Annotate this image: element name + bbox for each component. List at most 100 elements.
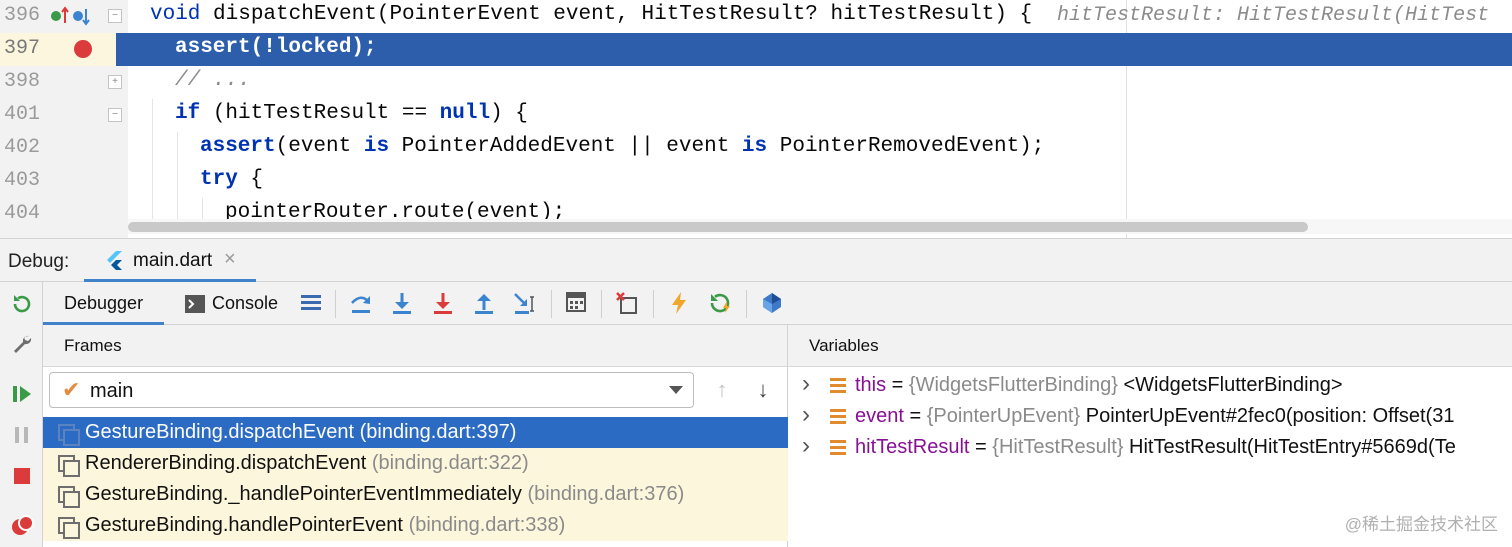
rerun-icon[interactable] — [10, 292, 34, 316]
variable-value: HitTestResult(HitTestEntry#5669d(Te — [1123, 436, 1456, 458]
code-token: is — [741, 135, 768, 158]
frame-label: RendererBinding.dispatchEvent (binding.d… — [85, 452, 529, 475]
frame-icon — [58, 424, 80, 446]
code-line[interactable]: 396 void dispatchEvent(PointerEvent event… — [0, 0, 1512, 33]
step-over-icon[interactable] — [349, 291, 373, 315]
variable-equals: = — [969, 436, 993, 458]
next-frame-arrow-icon[interactable]: ↓ — [751, 377, 775, 403]
variables-header: Variables — [788, 325, 1512, 367]
chevron-down-icon — [669, 386, 683, 394]
chevron-right-icon[interactable]: › — [802, 370, 810, 398]
variable-text: hitTestResult = {HitTestResult} HitTestR… — [855, 436, 1456, 459]
watermark: @稀土掘金技术社区 — [1344, 515, 1498, 534]
variable-text: this = {WidgetsFlutterBinding} <WidgetsF… — [855, 374, 1343, 397]
field-icon — [830, 409, 846, 424]
tab-console-label: Console — [212, 293, 279, 313]
frame-icon — [58, 455, 80, 477]
inline-debug-value: hitTestResult: HitTestResult(HitTest — [1057, 4, 1490, 27]
code-line[interactable]: 403 try { — [0, 165, 1512, 198]
view-breakpoints-icon[interactable] — [10, 514, 34, 538]
code-token: assert — [200, 135, 276, 158]
tab-console[interactable]: Console — [183, 282, 293, 325]
drop-frame-icon[interactable] — [615, 291, 639, 315]
code-token: { — [237, 168, 264, 191]
chevron-right-icon[interactable]: › — [802, 401, 810, 429]
pause-icon[interactable] — [10, 423, 34, 447]
line-number: 404 — [4, 202, 41, 225]
tab-debugger[interactable]: Debugger — [43, 282, 164, 325]
code-line[interactable]: 398 // ... — [0, 66, 1512, 99]
frame-icon — [58, 517, 80, 539]
variable-equals: = — [886, 374, 909, 396]
code-text: assert(event is PointerAddedEvent || eve… — [200, 135, 1044, 158]
code-token: dispatchEvent(PointerEvent event, HitTes… — [213, 3, 1033, 26]
horizontal-scrollbar-thumb[interactable] — [128, 222, 1308, 232]
variable-type: {WidgetsFlutterBinding} — [908, 374, 1118, 396]
fold-marker-icon[interactable]: + — [108, 75, 122, 89]
frame-label: GestureBinding._handlePointerEventImmedi… — [85, 483, 684, 506]
variable-row[interactable]: › hitTestResult = {HitTestResult} HitTest… — [788, 432, 1512, 463]
line-number: 401 — [4, 103, 41, 126]
variable-name: hitTestResult — [855, 436, 970, 458]
variable-row[interactable]: › this = {WidgetsFlutterBinding} <Widgets… — [788, 370, 1512, 401]
code-token: PointerRemovedEvent); — [767, 135, 1045, 158]
console-icon — [185, 295, 205, 313]
breakpoint-icon[interactable] — [74, 40, 92, 58]
frame-location: (binding.dart:376) — [527, 483, 685, 505]
override-gutter-icon[interactable] — [50, 6, 92, 31]
chevron-right-icon[interactable]: › — [802, 432, 810, 460]
code-editor[interactable]: 396 void dispatchEvent(PointerEvent event… — [0, 0, 1512, 238]
frame-method: GestureBinding.dispatchEvent — [85, 421, 355, 443]
previous-frame-arrow-icon[interactable]: ↑ — [710, 377, 734, 403]
force-step-into-icon[interactable] — [431, 291, 455, 315]
close-icon[interactable]: × — [224, 248, 236, 271]
variable-type: {PointerUpEvent} — [926, 405, 1081, 427]
code-token: ) { — [490, 102, 528, 125]
code-text: if (hitTestResult == null) { — [175, 102, 528, 125]
tab-debugger-label: Debugger — [64, 293, 144, 313]
horizontal-scrollbar[interactable] — [128, 219, 1512, 234]
stack-frame-row[interactable]: GestureBinding.handlePointerEvent (bindi… — [43, 510, 788, 541]
code-line[interactable]: 401 if (hitTestResult == null) { — [0, 99, 1512, 132]
step-into-icon[interactable] — [390, 291, 414, 315]
debug-tool-window-header: Debug: main.dart × — [0, 238, 1512, 282]
code-text: // ... — [175, 69, 251, 92]
code-line[interactable]: 402 assert(event is PointerAddedEvent || … — [0, 132, 1512, 165]
tab-main-dart[interactable]: main.dart × — [84, 239, 256, 282]
checkmark-icon: ✔ — [62, 377, 81, 402]
resume-icon[interactable] — [10, 382, 34, 406]
code-token: (event — [275, 135, 364, 158]
frame-method: GestureBinding._handlePointerEventImmedi… — [85, 483, 522, 505]
variable-text: event = {PointerUpEvent} PointerUpEvent#… — [855, 405, 1454, 428]
line-number: 398 — [4, 70, 41, 93]
hot-reload-icon[interactable] — [667, 291, 691, 315]
line-number: 403 — [4, 169, 41, 192]
devtools-icon[interactable] — [760, 291, 784, 315]
line-number: 396 — [4, 4, 41, 27]
hot-restart-icon[interactable] — [708, 291, 732, 315]
variable-value: PointerUpEvent#2fec0(position: Offset(31 — [1080, 405, 1455, 427]
code-token: if — [175, 102, 201, 125]
run-to-cursor-icon[interactable] — [513, 291, 537, 315]
tab-label: main.dart — [133, 250, 213, 271]
frames-title: Frames — [64, 336, 122, 355]
wrench-icon[interactable] — [10, 332, 34, 356]
code-token: is — [363, 135, 390, 158]
code-token: void — [150, 3, 214, 26]
debug-side-toolbar — [0, 282, 43, 547]
code-line[interactable]: 397 assert(!locked); — [0, 33, 1512, 66]
fold-marker-icon[interactable]: − — [108, 9, 122, 23]
stack-frame-row[interactable]: GestureBinding.dispatchEvent (binding.da… — [43, 417, 788, 448]
debug-title: Debug: — [8, 251, 70, 272]
thread-selector[interactable]: ✔ main — [49, 372, 694, 408]
stop-icon[interactable] — [10, 464, 34, 488]
variable-row[interactable]: › event = {PointerUpEvent} PointerUpEvent… — [788, 401, 1512, 432]
evaluate-icon[interactable] — [564, 291, 588, 315]
stack-frame-row[interactable]: GestureBinding._handlePointerEventImmedi… — [43, 479, 788, 510]
frame-location: (binding.dart:322) — [371, 452, 529, 474]
stack-frame-row[interactable]: RendererBinding.dispatchEvent (binding.d… — [43, 448, 788, 479]
code-text: assert(!locked); — [175, 36, 377, 59]
layout-menu-icon[interactable] — [299, 291, 323, 315]
fold-marker-icon[interactable]: − — [108, 108, 122, 122]
step-out-icon[interactable] — [472, 291, 496, 315]
